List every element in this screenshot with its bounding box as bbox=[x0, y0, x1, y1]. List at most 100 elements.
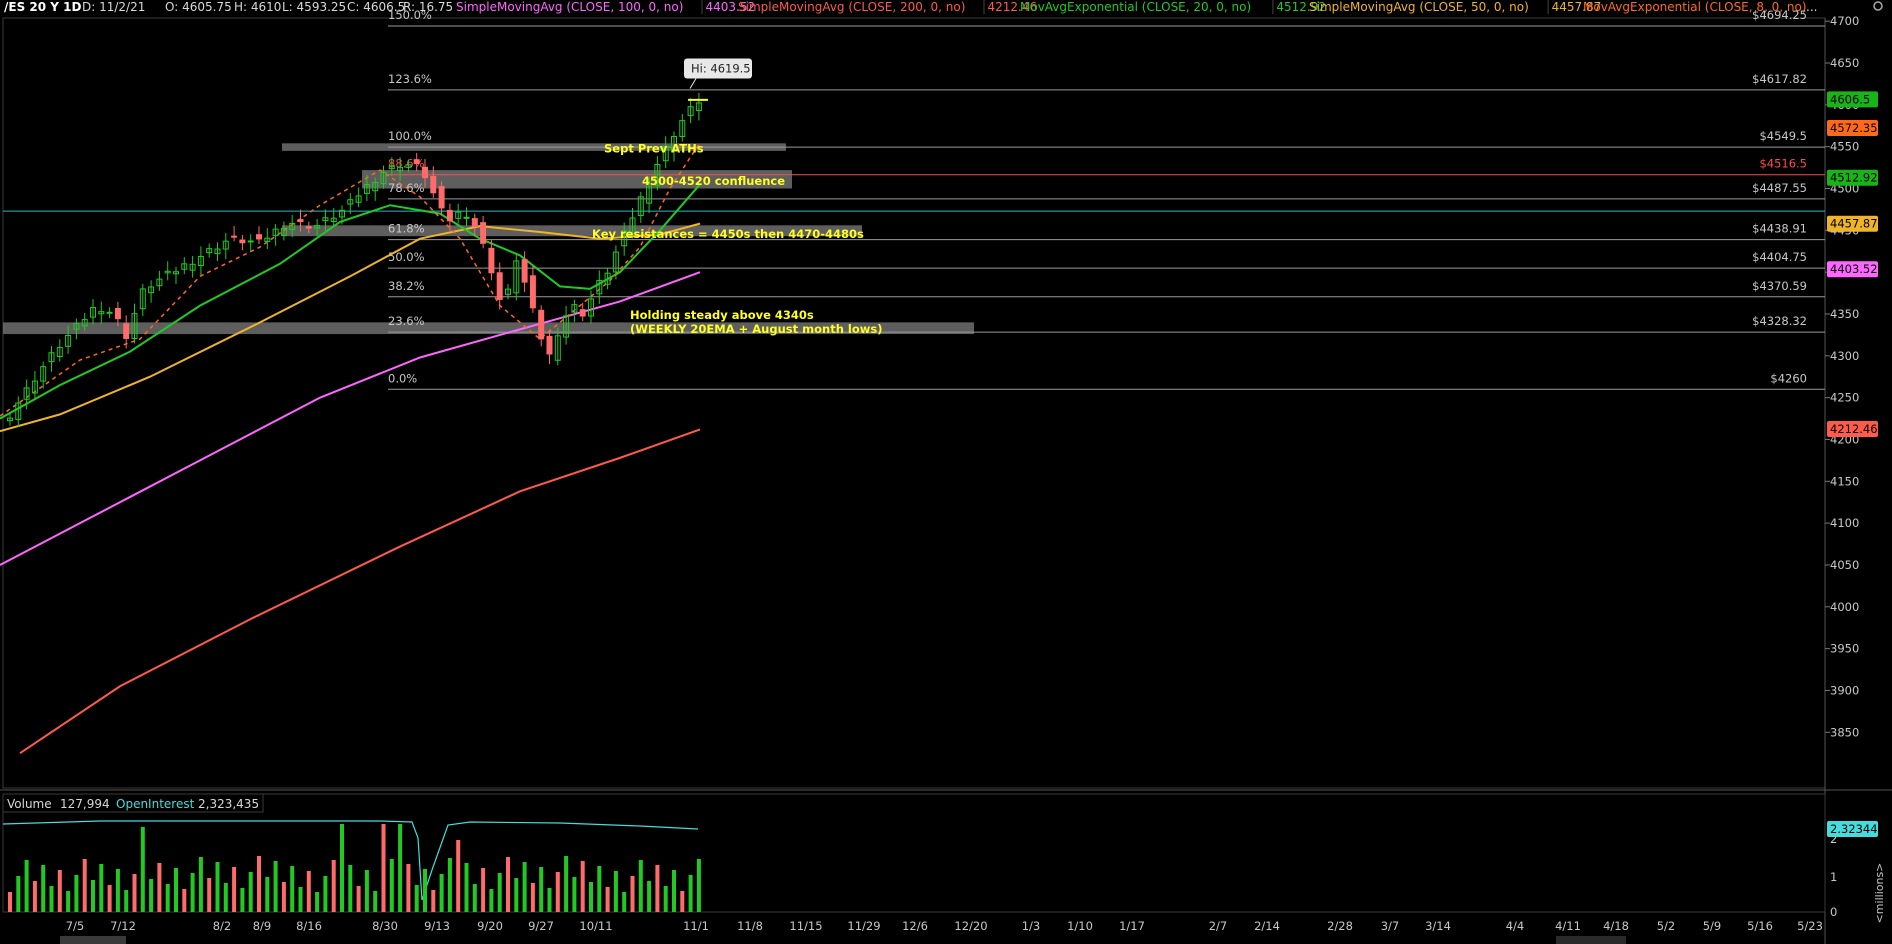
study-label[interactable]: SimpleMovingAvg (CLOSE, 200, 0, no) bbox=[738, 0, 965, 14]
volume-bar bbox=[564, 856, 569, 912]
price-badge-label: 4512.92 bbox=[1830, 171, 1878, 185]
annotation-text[interactable]: 4500-4520 confluence bbox=[642, 174, 785, 188]
volume-bar bbox=[165, 884, 170, 912]
date-tick-label: 5/23 bbox=[1797, 919, 1823, 933]
date-tick-label: 8/16 bbox=[296, 919, 322, 933]
date-tick-label: 1/3 bbox=[1022, 919, 1041, 933]
volume-bar bbox=[298, 887, 303, 912]
study-separator bbox=[983, 0, 985, 14]
date-tick-label: 9/27 bbox=[528, 919, 554, 933]
date-label: D: 11/2/21 bbox=[82, 0, 145, 14]
volume-legend: Volume 127,994 OpenInterest 2,323,435 bbox=[2, 793, 264, 813]
price-tick-label: 3850 bbox=[1830, 725, 1859, 739]
open-label: O: 4605.75 bbox=[165, 0, 232, 14]
high-callout-text: Hi: 4619.5 bbox=[691, 62, 751, 76]
volume-bar bbox=[439, 874, 444, 912]
study-legend[interactable]: SimpleMovingAvg (CLOSE, 100, 0, no) 4403.… bbox=[456, 0, 1807, 14]
scrollbar-right-segment[interactable] bbox=[1556, 936, 1626, 944]
volume-bar bbox=[32, 881, 37, 912]
candle-body bbox=[538, 309, 545, 340]
annotation-text[interactable]: (WEEKLY 20EMA + August month lows) bbox=[630, 322, 882, 336]
volume-bar bbox=[49, 886, 54, 912]
volume-bar bbox=[340, 824, 344, 912]
volume-bar bbox=[373, 891, 378, 912]
volume-bar bbox=[572, 877, 577, 912]
volume-bar bbox=[323, 876, 328, 912]
study-label[interactable]: MovAvgExponential (CLOSE, 20, 0, no) bbox=[1020, 0, 1251, 14]
volume-bar bbox=[290, 866, 295, 912]
fib-pct-label: 38.2% bbox=[388, 279, 425, 293]
volume-bar bbox=[74, 875, 79, 912]
fib-price-label: $4328.32 bbox=[1752, 314, 1807, 328]
fib-pct-label: 123.6% bbox=[388, 72, 432, 86]
volume-bar bbox=[696, 859, 701, 912]
price-tick-label: 4050 bbox=[1830, 558, 1859, 572]
volume-unit-label: <millions> bbox=[1873, 863, 1886, 924]
volume-bar bbox=[107, 885, 112, 912]
high-label: H: 4610 bbox=[234, 0, 281, 14]
date-tick-label: 11/29 bbox=[847, 919, 880, 933]
volume-bar bbox=[248, 872, 253, 912]
volume-bar bbox=[489, 889, 494, 912]
candle-body bbox=[305, 226, 312, 229]
candle-body bbox=[488, 247, 495, 274]
volume-bar bbox=[605, 887, 610, 912]
date-tick-label: 7/12 bbox=[110, 919, 136, 933]
volume-bar bbox=[356, 886, 361, 912]
volume-bar bbox=[497, 873, 502, 912]
fib-pct-label: 0.0% bbox=[388, 371, 417, 385]
chart-canvas[interactable]: /ES 20 Y 1D D: 11/2/21 O: 4605.75 H: 461… bbox=[0, 0, 1892, 944]
volume-bar bbox=[149, 879, 154, 912]
volume-bar bbox=[273, 861, 278, 912]
volume-bar bbox=[447, 858, 452, 912]
price-badge-label: 4457.87 bbox=[1830, 217, 1878, 231]
date-tick-label: 4/4 bbox=[1506, 919, 1525, 933]
candle-body bbox=[529, 275, 536, 309]
volume-bar bbox=[223, 883, 228, 912]
volume-bar bbox=[232, 867, 237, 912]
date-tick-label: 1/17 bbox=[1119, 919, 1145, 933]
fib-pct-label: 23.6% bbox=[388, 314, 425, 328]
scrollbar-thumb[interactable] bbox=[60, 936, 126, 944]
study-label[interactable]: SimpleMovingAvg (CLOSE, 50, 0, no) bbox=[1309, 0, 1529, 14]
volume-bar bbox=[481, 868, 486, 912]
fib-price-label: $4370.59 bbox=[1752, 279, 1807, 293]
volume-bar bbox=[672, 870, 676, 912]
fib-pct-label: 150.0% bbox=[388, 8, 432, 22]
date-tick-label: 8/30 bbox=[372, 919, 398, 933]
candle-body bbox=[231, 235, 238, 238]
volume-bar bbox=[57, 870, 62, 912]
candle-body bbox=[106, 311, 113, 314]
symbol-label[interactable]: /ES 20 Y 1D bbox=[4, 0, 81, 14]
volume-bar bbox=[124, 890, 129, 912]
annotation-text[interactable]: Holding steady above 4340s bbox=[630, 308, 814, 322]
volume-bar bbox=[41, 865, 46, 912]
candle-body bbox=[430, 175, 437, 194]
price-tick-label: 4650 bbox=[1830, 56, 1859, 70]
price-tick-label: 4000 bbox=[1830, 600, 1859, 614]
date-tick-label: 3/7 bbox=[1381, 919, 1400, 933]
date-tick-label: 9/20 bbox=[477, 919, 503, 933]
volume-bar bbox=[240, 888, 245, 912]
volume-bar bbox=[190, 873, 195, 912]
date-tick-label: 10/11 bbox=[579, 919, 612, 933]
open-interest-badge-label: 2.32344 bbox=[1830, 822, 1878, 836]
candle-body bbox=[413, 159, 420, 165]
volume-bar bbox=[66, 891, 71, 912]
volume-bar bbox=[514, 878, 519, 912]
annotation-text[interactable]: Key resistances = 4450s then 4470-4480s bbox=[592, 227, 864, 241]
annotation-text[interactable]: Sept Prev ATHs bbox=[604, 142, 704, 156]
price-badge-label: 4403.52 bbox=[1830, 262, 1878, 276]
candle-body bbox=[297, 219, 304, 223]
study-label[interactable]: SimpleMovingAvg (CLOSE, 100, 0, no) bbox=[456, 0, 683, 14]
candle-body bbox=[114, 308, 121, 320]
price-tick-label: 4150 bbox=[1830, 474, 1859, 488]
date-tick-label: 8/2 bbox=[213, 919, 232, 933]
date-tick-label: 2/28 bbox=[1327, 919, 1353, 933]
volume-tick-label: 0 bbox=[1830, 905, 1837, 919]
volume-bar bbox=[680, 891, 685, 912]
header-ellipsis[interactable]: ... bbox=[1806, 0, 1817, 14]
volume-bar bbox=[555, 872, 560, 912]
date-tick-label: 4/11 bbox=[1555, 919, 1581, 933]
volume-bar bbox=[381, 824, 386, 912]
